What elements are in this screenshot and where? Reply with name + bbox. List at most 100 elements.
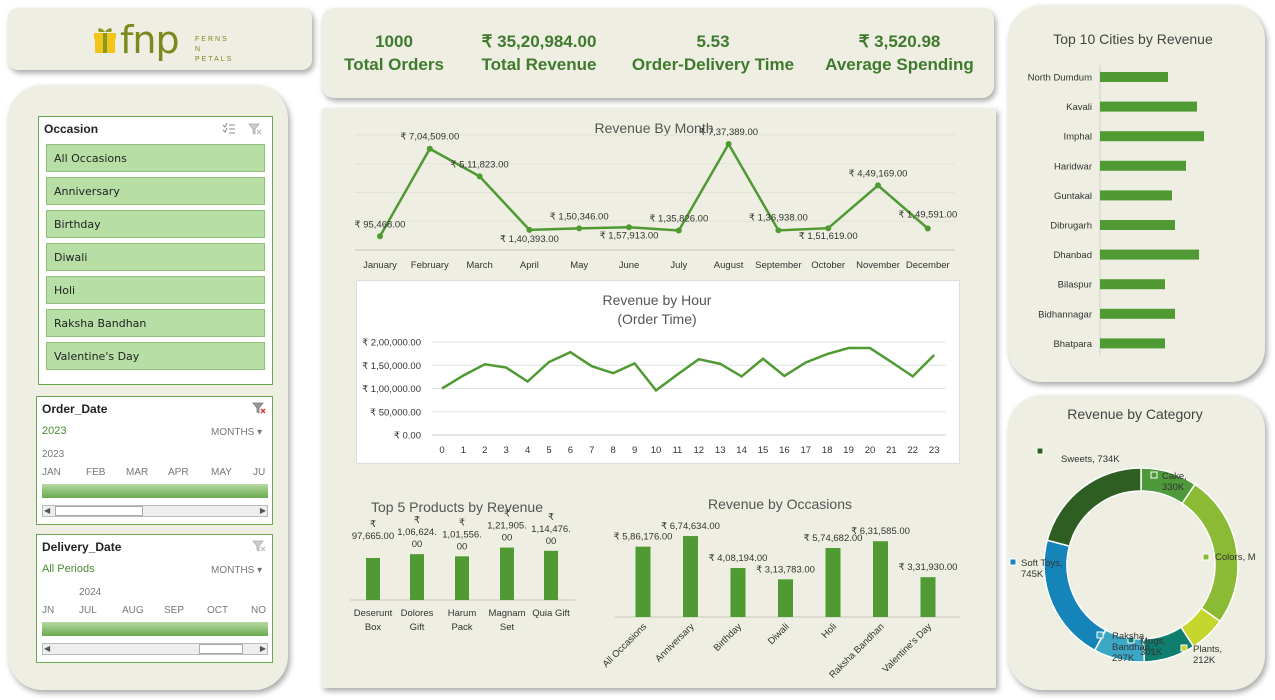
occasion-item-all-occasions[interactable]: All Occasions: [46, 144, 265, 172]
cities-chart-title: Top 10 Cities by Revenue: [1053, 31, 1213, 47]
category-data-label: 330K: [1162, 482, 1185, 493]
delivery-date-month: OCT: [207, 605, 229, 616]
delivery-date-level-dropdown[interactable]: MONTHS ▾: [211, 565, 262, 576]
order-date-month: MAR: [126, 467, 149, 478]
occasion-slicer-title: Occasion: [44, 122, 99, 136]
category-data-label: 297K: [1112, 653, 1135, 664]
occasion-item-diwali[interactable]: Diwali: [46, 243, 265, 271]
scroll-left-icon[interactable]: ◀: [44, 644, 50, 654]
top-cities-card: [1008, 5, 1265, 382]
kpi-order-delivery-time: 5.53 Order-Delivery Time: [630, 30, 796, 76]
city-bar: [1100, 131, 1204, 142]
city-bar: [1100, 308, 1175, 319]
logo-card: fnp FERNS N PETALS: [8, 8, 312, 70]
order-date-month: APR: [168, 467, 189, 478]
order-date-scrollbar[interactable]: ◀ ▶: [42, 505, 268, 517]
kpi-total-orders: 1000 Total Orders: [344, 30, 444, 76]
category-label-marker: [1036, 447, 1044, 455]
delivery-date-month: SEP: [164, 605, 185, 616]
category-data-label: 301K: [1140, 647, 1163, 658]
occasion-item-raksha-bandhan[interactable]: Raksha Bandhan: [46, 309, 265, 337]
category-data-label: Sweets, 734K: [1061, 454, 1120, 465]
clear-filter-icon[interactable]: [252, 402, 266, 414]
order-date-level-dropdown[interactable]: MONTHS ▾: [211, 427, 262, 438]
delivery-date-month: JUL: [79, 605, 97, 616]
city-tick-label: Kavali: [1066, 102, 1092, 113]
order-date-month: MAY: [211, 467, 232, 478]
clear-filter-icon[interactable]: [252, 540, 266, 552]
category-data-label: Cake,: [1162, 471, 1187, 482]
category-label-marker: [1180, 644, 1188, 652]
kpi-value: ₹ 3,520.98: [858, 32, 941, 51]
brand-logo-text: fnp: [120, 18, 180, 62]
scrollbar-thumb[interactable]: [55, 506, 143, 516]
kpi-value: 1000: [375, 32, 413, 51]
order-date-period-bar[interactable]: [42, 484, 268, 498]
scroll-left-icon[interactable]: ◀: [44, 506, 50, 516]
slicer-panel: Occasion All Occasions Anniversary Birth…: [8, 85, 288, 690]
kpi-value: ₹ 35,20,984.00: [481, 32, 597, 51]
kpi-average-spending: ₹ 3,520.98 Average Spending: [822, 30, 977, 76]
category-card: [1008, 395, 1265, 690]
occasion-item-birthday[interactable]: Birthday: [46, 210, 265, 238]
kpi-card: 1000 Total Orders ₹ 35,20,984.00 Total Rev…: [322, 8, 994, 98]
city-tick-label: Bhatpara: [1053, 339, 1092, 350]
city-bar: [1100, 72, 1168, 82]
category-data-label: 212K: [1193, 655, 1216, 666]
delivery-date-scrollbar[interactable]: ◀ ▶: [42, 643, 268, 655]
category-label-marker: [1096, 631, 1104, 639]
city-bar: [1100, 190, 1172, 201]
city-bar: [1100, 220, 1175, 230]
occasion-item-valentines-day[interactable]: Valentine's Day: [46, 342, 265, 370]
category-slice: [1046, 467, 1142, 548]
brand-tagline: FERNS N PETALS: [195, 36, 234, 63]
city-tick-label: Haridwar: [1054, 161, 1092, 172]
category-data-label: Mugs,: [1140, 636, 1166, 647]
delivery-date-timeline: Delivery_Date All Periods MONTHS ▾ 2024 …: [36, 534, 273, 663]
delivery-date-month: AUG: [122, 605, 144, 616]
delivery-date-selection: All Periods: [42, 563, 95, 575]
occasion-item-holi[interactable]: Holi: [46, 276, 265, 304]
occasion-slicer: Occasion All Occasions Anniversary Birth…: [38, 116, 273, 385]
order-date-title: Order_Date: [42, 402, 108, 416]
kpi-label: Total Orders: [344, 55, 444, 74]
category-data-label: Plants,: [1193, 644, 1222, 655]
order-date-month: JAN: [42, 467, 61, 478]
city-bar: [1100, 101, 1197, 112]
category-label-marker: [1202, 553, 1210, 561]
kpi-value: 5.53: [696, 32, 730, 51]
delivery-date-year: 2024: [79, 587, 102, 598]
occasion-item-anniversary[interactable]: Anniversary: [46, 177, 265, 205]
category-slice: [1142, 626, 1195, 663]
city-bar: [1100, 160, 1186, 171]
order-date-timeline: Order_Date 2023 MONTHS ▾ 2023 JAN FEB MA…: [36, 396, 273, 525]
category-data-label: Bandhan,: [1112, 642, 1153, 653]
scroll-right-icon[interactable]: ▶: [260, 506, 266, 516]
category-slice: [1180, 606, 1222, 648]
multi-select-icon[interactable]: [222, 123, 236, 135]
delivery-date-title: Delivery_Date: [42, 540, 122, 554]
delivery-date-period-bar[interactable]: [42, 622, 268, 636]
order-date-month: JU: [253, 467, 266, 478]
kpi-label: Order-Delivery Time: [631, 55, 795, 74]
order-date-selection: 2023: [42, 425, 67, 437]
city-tick-label: Bilaspur: [1058, 280, 1092, 291]
category-label-marker: [1127, 636, 1135, 644]
city-bar: [1100, 279, 1165, 290]
city-tick-label: Dhanbad: [1053, 250, 1092, 261]
gift-icon: [94, 28, 116, 53]
city-tick-label: Guntakal: [1054, 191, 1092, 202]
category-data-label: Colors, M: [1215, 552, 1256, 563]
category-slice: [1140, 467, 1197, 505]
clear-filter-icon[interactable]: [248, 123, 262, 135]
kpi-label: Total Revenue: [481, 55, 597, 74]
order-date-year: 2023: [42, 449, 65, 460]
category-slice: [1093, 629, 1146, 663]
category-data-label: 745K: [1021, 569, 1044, 580]
category-data-label: Soft Toys,: [1021, 558, 1063, 569]
category-label-marker: [1009, 558, 1017, 566]
scrollbar-thumb[interactable]: [199, 644, 243, 654]
scroll-right-icon[interactable]: ▶: [260, 644, 266, 654]
category-slice: [1181, 483, 1239, 623]
city-tick-label: Bidhannagar: [1038, 309, 1092, 320]
